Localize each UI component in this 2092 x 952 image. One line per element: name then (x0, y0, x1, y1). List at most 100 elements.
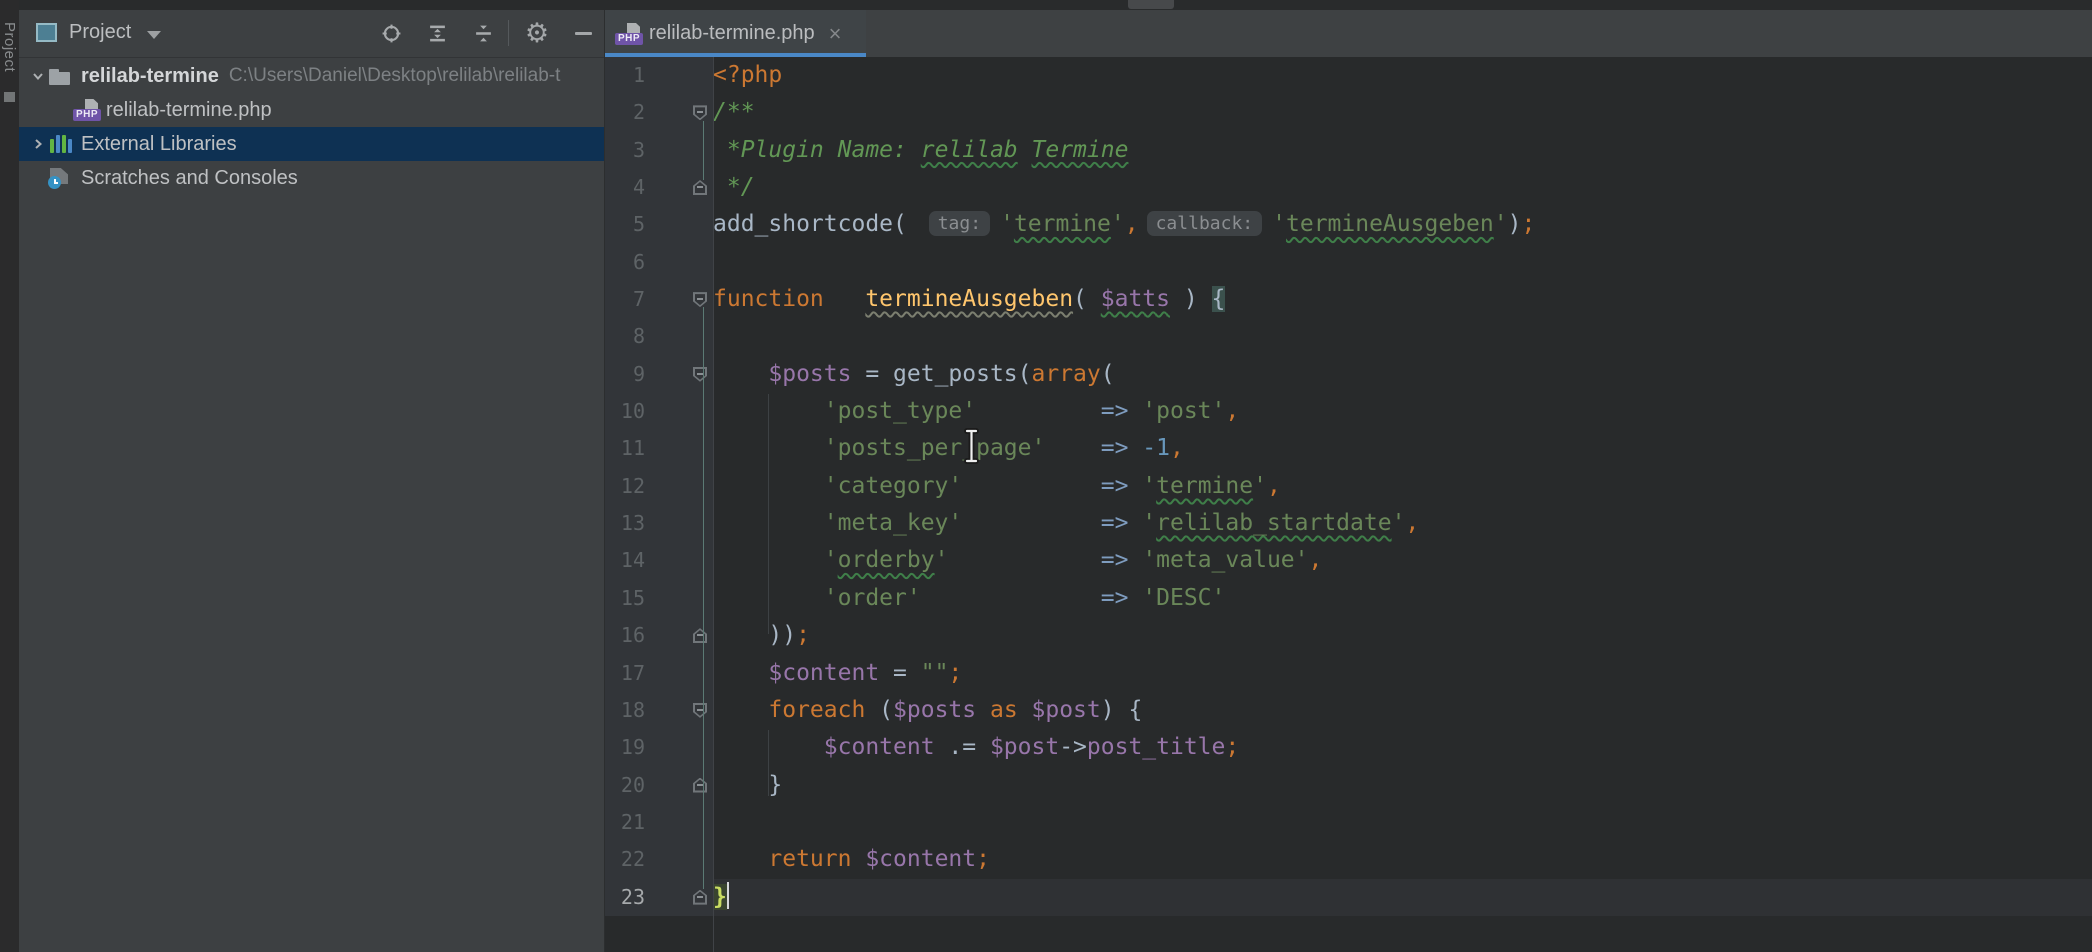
tree-row-php-file[interactable]: PHP relilab-termine.php (19, 93, 604, 127)
code-line[interactable]: 20 } (604, 767, 2092, 804)
code-line[interactable]: 2/** (604, 94, 2092, 131)
code-line[interactable]: 8 (604, 318, 2092, 355)
window-title-bar (0, 0, 2092, 10)
stripe-square-icon (4, 92, 15, 102)
line-number: 17 (604, 655, 645, 692)
project-panel-title[interactable]: Project (69, 21, 131, 44)
code-line[interactable]: 17 $content = ""; (604, 655, 2092, 692)
tree-external-libraries-label: External Libraries (81, 133, 237, 156)
collapse-all-icon[interactable] (468, 18, 498, 48)
code-text: add_shortcode( tag:'termine',callback:'t… (713, 206, 2092, 243)
code-text: function termineAusgeben( $atts ) { (713, 281, 2092, 318)
code-line[interactable]: 10 'post_type' => 'post', (604, 393, 2092, 430)
line-number: 13 (604, 505, 645, 542)
line-number: 18 (604, 692, 645, 729)
gutter-fold-column (645, 244, 713, 281)
code-line[interactable]: 12 'category' => 'termine', (604, 468, 2092, 505)
code-text: 'order' => 'DESC' (713, 580, 2092, 617)
code-line[interactable]: 13 'meta_key' => 'relilab_startdate', (604, 505, 2092, 542)
tree-file-label: relilab-termine.php (106, 99, 272, 122)
code-text: $content .= $post->post_title; (713, 729, 2092, 766)
code-text: return $content; (713, 841, 2092, 878)
fold-start-icon[interactable] (693, 292, 707, 307)
code-line[interactable]: 1<?php (604, 57, 2092, 94)
code-line[interactable]: 23} (604, 879, 2092, 916)
text-cursor-pointer (963, 428, 980, 464)
code-line[interactable]: 3 *Plugin Name: relilab Termine (604, 132, 2092, 169)
hide-panel-icon[interactable] (568, 18, 598, 48)
fold-end-icon[interactable] (693, 778, 707, 793)
code-line[interactable]: 4 */ (604, 169, 2092, 206)
project-view-icon[interactable] (36, 23, 57, 42)
external-libraries-icon (48, 133, 74, 155)
indent-guide (768, 730, 769, 796)
line-number: 8 (604, 318, 645, 355)
fold-end-icon[interactable] (693, 628, 707, 643)
line-number: 2 (604, 94, 645, 131)
code-line[interactable]: 22 return $content; (604, 841, 2092, 878)
project-panel-header: Project ⚙ (19, 10, 604, 58)
code-line[interactable]: 21 (604, 804, 2092, 841)
code-text: *Plugin Name: relilab Termine (713, 132, 2092, 169)
code-line[interactable]: 11 'posts_per_page' => -1, (604, 430, 2092, 467)
tool-window-stripe: Project (0, 0, 19, 952)
close-tab-icon[interactable]: × (829, 24, 842, 44)
line-number: 23 (604, 879, 645, 916)
line-number: 22 (604, 841, 645, 878)
line-number: 7 (604, 281, 645, 318)
fold-end-icon[interactable] (693, 890, 707, 905)
line-number: 21 (604, 804, 645, 841)
line-number: 6 (604, 244, 645, 281)
tree-row-scratches[interactable]: Scratches and Consoles (19, 161, 604, 195)
gutter-fold-column (645, 206, 713, 243)
line-number: 20 (604, 767, 645, 804)
project-panel: Project ⚙ (19, 10, 604, 952)
code-line[interactable]: 5add_shortcode( tag:'termine',callback:'… (604, 206, 2092, 243)
code-text: <?php (713, 57, 2092, 94)
fold-start-icon[interactable] (693, 367, 707, 382)
code-line[interactable]: 9 $posts = get_posts(array( (604, 356, 2092, 393)
settings-gear-icon[interactable]: ⚙ (522, 18, 552, 48)
project-stripe-button[interactable]: Project (1, 22, 18, 72)
locate-icon[interactable] (376, 18, 406, 48)
chevron-down-icon[interactable] (27, 66, 48, 87)
code-text: 'posts_per_page' => -1, (713, 430, 2092, 467)
expand-all-icon[interactable] (422, 18, 452, 48)
code-line[interactable]: 18 foreach ($posts as $post) { (604, 692, 2092, 729)
scratches-icon (48, 167, 74, 189)
fold-start-icon[interactable] (693, 703, 707, 718)
code-line[interactable]: 6 (604, 244, 2092, 281)
code-text: */ (713, 169, 2092, 206)
chevron-down-icon[interactable] (147, 31, 161, 39)
toolbar-separator (508, 20, 509, 46)
code-text: 'orderby' => 'meta_value', (713, 542, 2092, 579)
fold-start-icon[interactable] (693, 105, 707, 120)
code-text: )); (713, 617, 2092, 654)
fold-end-icon[interactable] (693, 180, 707, 195)
panel-editor-divider[interactable] (604, 10, 605, 952)
line-number: 19 (604, 729, 645, 766)
editor-tab-active[interactable]: PHP relilab-termine.php × (605, 10, 866, 57)
code-line[interactable]: 19 $content .= $post->post_title; (604, 729, 2092, 766)
folder-icon (48, 65, 74, 87)
code-line[interactable]: 16 )); (604, 617, 2092, 654)
code-line[interactable]: 15 'order' => 'DESC' (604, 580, 2092, 617)
code-text: } (713, 879, 2092, 916)
php-file-icon: PHP (73, 99, 99, 121)
indent-guide (768, 394, 769, 634)
code-line[interactable]: 7 function termineAusgeben( $atts ) { (604, 281, 2092, 318)
tree-root-label: relilab-termine (81, 65, 219, 88)
line-number: 9 (604, 356, 645, 393)
line-number: 14 (604, 542, 645, 579)
code-line[interactable]: 14 'orderby' => 'meta_value', (604, 542, 2092, 579)
tree-root-path: C:\Users\Daniel\Desktop\relilab\relilab-… (229, 65, 561, 87)
tree-row-external-libraries[interactable]: External Libraries (19, 127, 604, 161)
line-number: 11 (604, 430, 645, 467)
code-text: $posts = get_posts(array( (713, 356, 2092, 393)
line-number: 16 (604, 617, 645, 654)
php-file-icon: PHP (615, 23, 641, 45)
tree-row-root[interactable]: relilab-termine C:\Users\Daniel\Desktop\… (19, 59, 604, 93)
line-number: 10 (604, 393, 645, 430)
code-editor[interactable]: 1<?php2/**3 *Plugin Name: relilab Termin… (604, 57, 2092, 952)
chevron-right-icon[interactable] (27, 134, 48, 155)
